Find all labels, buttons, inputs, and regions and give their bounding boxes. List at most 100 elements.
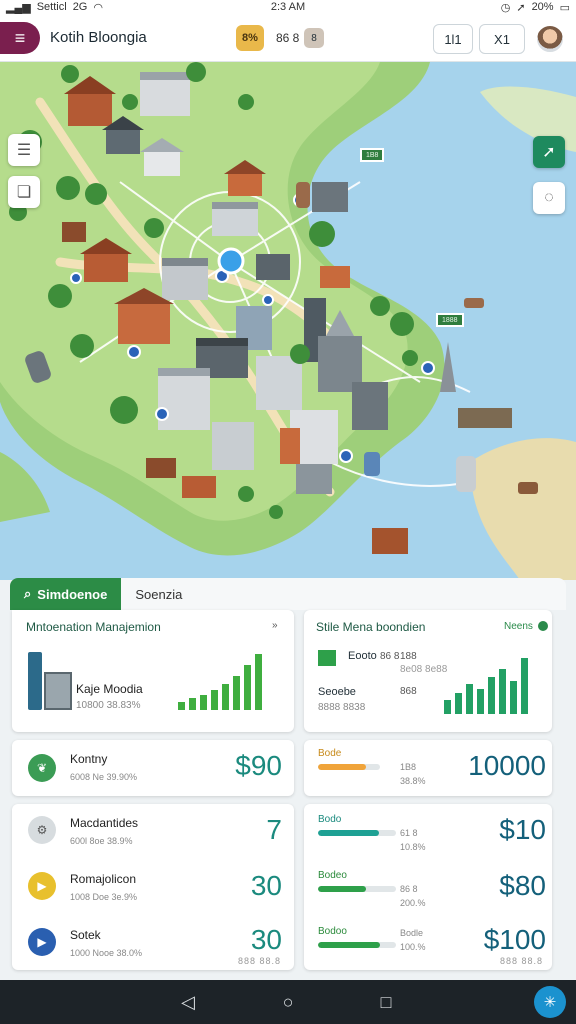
logo-badge[interactable]: 8% xyxy=(236,25,264,51)
tab-label: Simdoenoe xyxy=(37,586,108,602)
stack-icon: ❏ xyxy=(16,184,32,201)
status-badge[interactable]: Neens xyxy=(504,621,533,632)
app-header: ≡ Kotih Bloongia 8% 86 8 8 1l1 X1 xyxy=(0,14,576,62)
row-label: Sotek xyxy=(70,928,101,942)
row-sub: 10.8% xyxy=(400,842,426,852)
search-icon: ⌕ xyxy=(24,586,32,601)
box-icon xyxy=(318,650,336,666)
chevron-right-icon[interactable] xyxy=(538,621,548,631)
progress-bar xyxy=(318,942,396,948)
compass-icon: ◌ xyxy=(544,189,554,206)
bar xyxy=(444,699,451,714)
user-avatar[interactable] xyxy=(535,24,565,54)
header-code: 86 8 xyxy=(276,31,300,45)
tab-label: Soenzia xyxy=(135,586,183,602)
row-value: 30 xyxy=(250,924,282,955)
bar xyxy=(244,664,251,710)
server-icon xyxy=(28,652,72,710)
row-foot: 888 88.8 xyxy=(238,956,282,966)
row-value: $10 xyxy=(499,814,546,845)
row-sub: 38.8% xyxy=(400,776,426,786)
row-sub: 8888 8838 xyxy=(318,702,366,713)
row-value: 7 xyxy=(266,814,282,845)
row-sub: 86 8 xyxy=(400,884,418,894)
row-value: $90 xyxy=(235,750,282,781)
progress-bar xyxy=(318,764,380,770)
mini-bar-chart xyxy=(444,650,528,714)
toolbar-button-b[interactable]: X1 xyxy=(479,24,525,54)
map-tag[interactable]: 1B8 xyxy=(360,148,385,162)
bar xyxy=(200,694,207,710)
progress-card-1[interactable]: Bode 1B8 38.8% 10000 xyxy=(304,740,552,796)
compass-button[interactable]: ◌ xyxy=(533,182,565,214)
sparkle-icon: ✳ xyxy=(543,994,557,1011)
tools-button[interactable]: ❏ xyxy=(8,176,40,208)
bar xyxy=(222,684,229,710)
map-illustration xyxy=(0,62,576,580)
row-value: 868 xyxy=(400,686,417,697)
mena-card[interactable]: Stile Mena boondien Neens Eooto 86 8 188… xyxy=(304,610,552,732)
row-sub: 6008 Ne 39.90% xyxy=(70,772,138,782)
row-sub: 1B8 xyxy=(400,762,417,772)
row-value: 10000 xyxy=(468,750,546,781)
bar xyxy=(510,680,517,714)
bar xyxy=(211,690,218,710)
mini-bar-chart xyxy=(178,640,262,710)
row-sub: 100.% xyxy=(400,942,426,952)
bar xyxy=(189,698,196,710)
system-nav-bar: ◁ ○ □ xyxy=(0,980,576,1024)
bar xyxy=(521,658,528,714)
tab-simulation[interactable]: ⌕ Simdoenoe xyxy=(10,578,122,610)
gear-icon: ⚙ xyxy=(28,816,56,844)
progress-list-card: Bodo 61 8 10.8% $10 Bodeo 86 8 200.% $80… xyxy=(304,804,552,970)
row-foot: 888 88.8 xyxy=(500,956,544,966)
row-sub: Bodle xyxy=(400,928,424,938)
map-tag[interactable]: 1888 xyxy=(436,313,464,327)
card-sub: 10800 38.83% xyxy=(76,700,141,711)
tab-bar: ⌕ Simdoenoe Soenzia xyxy=(10,578,566,610)
menu-button[interactable]: ≡ xyxy=(0,22,40,54)
row-sub: 86 8 xyxy=(380,651,400,662)
row-label: Romajolicon xyxy=(70,872,137,886)
back-icon[interactable]: ◁ xyxy=(176,990,200,1014)
row-sub: 8e08 8e88 xyxy=(400,664,448,675)
row-label: Seoebe xyxy=(318,686,356,698)
row-sub: 61 8 xyxy=(400,828,418,838)
row-value: $100 xyxy=(483,924,546,955)
bar xyxy=(499,668,506,714)
sparkle-action-button[interactable]: ✳ xyxy=(534,986,566,1018)
bar xyxy=(488,677,495,714)
header-pill[interactable]: 8 xyxy=(304,28,324,48)
row-label: Macdantides xyxy=(70,816,139,830)
navigate-button[interactable]: ➚ xyxy=(533,136,565,168)
progress-bar xyxy=(318,886,396,892)
more-icon[interactable]: » xyxy=(272,620,278,631)
row-value: 30 xyxy=(250,870,282,901)
row-value: 188 xyxy=(400,651,417,662)
row-label: Eooto xyxy=(348,650,377,662)
management-card[interactable]: Mntoenation Manajemion » Kaje Moodia 108… xyxy=(12,610,294,732)
clock: 2:3 AM xyxy=(270,1,306,13)
status-bar: ▂▄▆ Setticl 2G ◠ 2:3 AM ◷ ➚ 20% ▭ xyxy=(0,0,576,14)
stat-list-card: ⚙ Macdantides 600l 8oe 38.9% 7 ▶ Romajol… xyxy=(12,804,294,970)
row-sub: 600l 8oe 38.9% xyxy=(70,836,133,846)
toolbar-button-a[interactable]: 1l1 xyxy=(433,24,473,54)
play-icon: ▶ xyxy=(28,872,56,900)
play-icon: ▶ xyxy=(28,928,56,956)
bar xyxy=(178,701,185,710)
app-title: Kotih Bloongia xyxy=(50,29,147,46)
bar xyxy=(466,684,473,714)
bar xyxy=(255,654,262,710)
row-sub: 1000 Nooe 38.0% xyxy=(70,948,143,958)
bar xyxy=(477,688,484,714)
city-map[interactable]: ☰ ❏ ➚ ◌ 1B8 1888 xyxy=(0,62,576,580)
card-title: Mntoenation Manajemion xyxy=(26,620,161,634)
tab-scenario[interactable]: Soenzia xyxy=(121,578,196,610)
home-icon[interactable]: ○ xyxy=(276,990,300,1014)
stat-card-kontny[interactable]: ❦ Kontny 6008 Ne 39.90% $90 xyxy=(12,740,294,796)
row-label: Bode xyxy=(318,748,342,759)
layers-button[interactable]: ☰ xyxy=(8,134,40,166)
row-label: Bodoo xyxy=(318,926,347,937)
recent-apps-icon[interactable]: □ xyxy=(374,990,398,1014)
leaf-icon: ❦ xyxy=(28,754,56,782)
